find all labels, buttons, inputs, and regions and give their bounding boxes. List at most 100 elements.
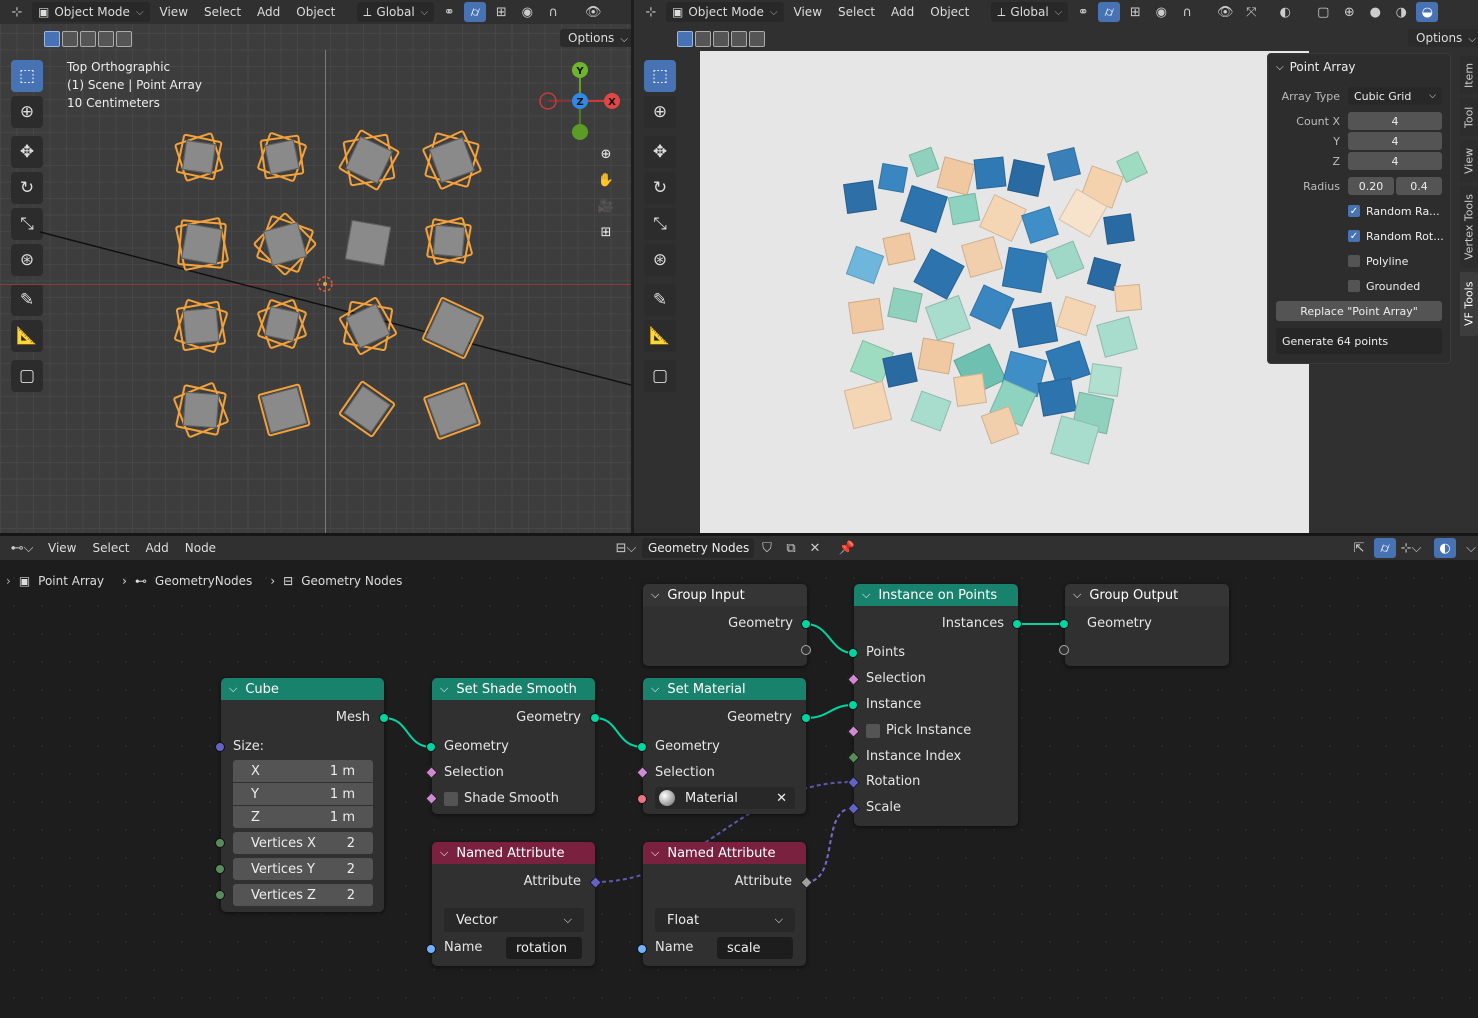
menu-node[interactable]: Node [179, 541, 222, 555]
vertices-x-socket[interactable] [215, 838, 225, 848]
count-z-field[interactable]: 4 [1348, 152, 1442, 170]
move-icon[interactable]: ✥ [644, 136, 676, 168]
mode-dropdown[interactable]: ▣ Object Mode [666, 2, 784, 22]
select-intersect-icon[interactable] [749, 31, 765, 47]
pan-hand-icon[interactable]: ✋ [595, 170, 617, 190]
selected-cube[interactable] [337, 128, 401, 192]
selected-cube[interactable] [421, 296, 485, 360]
geometry-socket[interactable] [801, 619, 811, 629]
geometry-input-socket[interactable] [426, 742, 436, 752]
selected-cube[interactable] [424, 216, 474, 266]
cursor-icon[interactable]: ⊕ [644, 96, 676, 128]
cube-node[interactable]: Cube Mesh Size: X 1 m Y 1 m Z 1 m Vertices … [221, 678, 384, 912]
visibility-icon[interactable]: 👁 [1214, 2, 1236, 22]
count-x-field[interactable]: 4 [1348, 112, 1442, 130]
set-material-node[interactable]: Set Material Geometry Geometry Selection… [643, 678, 806, 814]
group-output-node[interactable]: Group Output Geometry [1065, 584, 1229, 666]
selected-cube[interactable] [422, 381, 482, 441]
random-rotation-checkbox[interactable]: ✓ Random Rot... [1268, 226, 1450, 246]
selected-cube[interactable] [344, 219, 392, 267]
tab-item[interactable]: Item [1460, 56, 1478, 94]
selected-cube[interactable] [337, 295, 399, 357]
nav-gizmo[interactable]: Y X Z [536, 58, 626, 142]
proportional-edit-icon[interactable]: ◉ [1150, 2, 1172, 22]
falloff-icon[interactable]: ∩ [1176, 2, 1198, 22]
instances-socket[interactable] [1012, 619, 1022, 629]
selected-cube[interactable] [173, 131, 225, 183]
select-extend-icon[interactable] [695, 31, 711, 47]
name-input[interactable]: scale [717, 937, 793, 959]
menu-select[interactable]: Select [86, 541, 135, 555]
transform-icon[interactable]: ⊛ [644, 244, 676, 276]
pin-icon[interactable]: 📌 [836, 538, 858, 558]
size-y-field[interactable]: Y 1 m [233, 783, 373, 805]
group-input-node[interactable]: Group Input Geometry [643, 584, 807, 666]
snap-icon[interactable]: ⌭ [1098, 2, 1121, 22]
parent-node-icon[interactable]: ⇱ [1348, 538, 1370, 558]
vertices-z-field[interactable]: Vertices Z 2 [233, 884, 373, 906]
editor-type-icon[interactable]: ⊹ [640, 2, 662, 22]
named-attribute-node-rotation[interactable]: Named Attribute Attribute Vector Name ro… [432, 842, 595, 966]
instance-socket[interactable] [848, 700, 858, 710]
geometry-output-socket[interactable] [801, 713, 811, 723]
selected-cube[interactable] [256, 298, 308, 350]
selected-cube[interactable] [173, 298, 229, 354]
node-editor-type-icon[interactable]: ⊷⌵ [6, 538, 38, 558]
rendered-shading-icon[interactable]: ◒ [1416, 2, 1439, 22]
radius-min-field[interactable]: 0.20 [1348, 177, 1394, 195]
radius-max-field[interactable]: 0.4 [1396, 177, 1442, 195]
options-dropdown[interactable]: Options [1408, 29, 1478, 47]
size-z-field[interactable]: Z 1 m [233, 806, 373, 828]
node-overlay-icon[interactable]: ◐ [1434, 538, 1456, 558]
menu-object[interactable]: Object [924, 5, 975, 19]
node-snap-icon[interactable]: ⌭ [1374, 538, 1396, 558]
annotate-icon[interactable]: ✎ [644, 284, 676, 316]
breadcrumb-node-tree[interactable]: Geometry Nodes [301, 574, 402, 588]
duplicate-icon[interactable]: ⧉ [780, 538, 802, 558]
grid-view-icon[interactable]: ⊞ [595, 222, 617, 242]
geometry-output-socket[interactable] [590, 713, 600, 723]
size-x-field[interactable]: X 1 m [233, 760, 373, 782]
rotate-icon[interactable]: ↻ [644, 172, 676, 204]
node-tree-browse-icon[interactable]: ⊟⌵ [612, 538, 640, 558]
scale-icon[interactable]: ⤡ [644, 208, 676, 240]
selected-cube[interactable] [257, 383, 311, 437]
random-radius-checkbox[interactable]: ✓ Random Ra... [1268, 201, 1450, 221]
solid-shading-icon[interactable]: ● [1364, 2, 1386, 22]
menu-view[interactable]: View [788, 5, 828, 19]
close-icon[interactable]: ✕ [776, 791, 787, 806]
transform-orientation-dropdown[interactable]: ⟂ Global [991, 2, 1069, 22]
shade-smooth-checkbox[interactable] [444, 792, 458, 806]
pick-instance-checkbox[interactable] [866, 724, 880, 738]
select-subtract-icon[interactable] [713, 31, 729, 47]
menu-view[interactable]: View [42, 541, 82, 555]
select-box-icon[interactable]: ⬚ [644, 60, 676, 92]
wireframe-shading-icon[interactable]: ⊕ [1338, 2, 1360, 22]
polyline-checkbox[interactable]: Polyline [1268, 251, 1450, 271]
empty-socket[interactable] [1059, 645, 1069, 655]
menu-add[interactable]: Add [885, 5, 920, 19]
tab-vertex-tools[interactable]: Vertex Tools [1460, 186, 1478, 268]
vertices-z-socket[interactable] [215, 890, 225, 900]
breadcrumb-modifier[interactable]: GeometryNodes [155, 574, 252, 588]
menu-add[interactable]: Add [140, 541, 175, 555]
count-y-field[interactable]: 4 [1348, 132, 1442, 150]
vertices-x-field[interactable]: Vertices X 2 [233, 832, 373, 854]
snap-target-icon[interactable]: ⊞ [1124, 2, 1146, 22]
tab-tool[interactable]: Tool [1460, 98, 1478, 136]
data-type-dropdown[interactable]: Vector [444, 908, 584, 932]
overlay-icon[interactable]: ◐ [1274, 2, 1296, 22]
select-invert-icon[interactable] [731, 31, 747, 47]
mesh-socket[interactable] [379, 713, 389, 723]
named-attribute-node-scale[interactable]: Named Attribute Attribute Float Name sca… [643, 842, 806, 966]
fake-user-shield-icon[interactable]: ⛉ [756, 538, 778, 558]
panel-header[interactable]: ⌵ Point Array [1268, 57, 1450, 77]
name-socket[interactable] [426, 944, 436, 954]
add-cube-icon[interactable]: ▢ [644, 360, 676, 392]
selected-cube[interactable] [256, 131, 308, 183]
instance-on-points-node[interactable]: Instance on Points Instances Points Sele… [854, 584, 1018, 826]
name-socket[interactable] [637, 944, 647, 954]
camera-icon[interactable]: 🎥 [595, 196, 617, 216]
node-tree-name-field[interactable]: Geometry Nodes [642, 538, 754, 558]
set-shade-smooth-node[interactable]: Set Shade Smooth Geometry Geometry Selec… [432, 678, 595, 814]
